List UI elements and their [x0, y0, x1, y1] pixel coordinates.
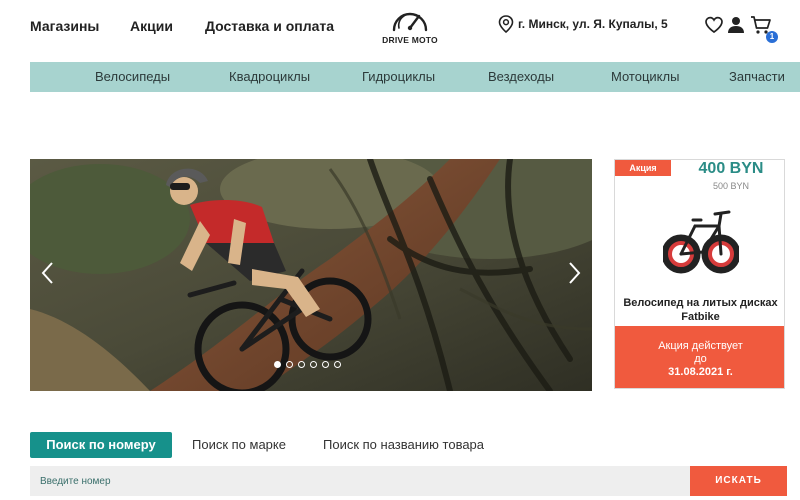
promo-title: Велосипед на литых дисках Fatbike [623, 297, 778, 323]
slider-dot[interactable] [286, 361, 293, 368]
category-parts[interactable]: Запчасти [729, 69, 785, 84]
promo-validity: Акция действует до 31.08.2021 г. [615, 326, 784, 388]
slider-dot[interactable] [310, 361, 317, 368]
tab-search-by-brand[interactable]: Поиск по марке [192, 432, 286, 458]
category-bicycles[interactable]: Велосипеды [95, 69, 170, 84]
heart-icon[interactable] [704, 15, 724, 35]
user-icon[interactable] [726, 15, 746, 35]
promo-valid-line2: до [694, 353, 707, 365]
slider-dots [274, 361, 341, 368]
search-number-input[interactable] [30, 466, 680, 496]
category-all-terrain[interactable]: Вездеходы [488, 69, 554, 84]
cart-count-badge: 1 [766, 31, 778, 43]
tab-search-by-product-name[interactable]: Поиск по названию товара [323, 432, 484, 458]
slider-dot[interactable] [274, 361, 281, 368]
nav-link-promotions[interactable]: Акции [130, 18, 173, 34]
nav-link-stores[interactable]: Магазины [30, 18, 99, 34]
category-jetskis[interactable]: Гидроциклы [362, 69, 435, 84]
promo-tag: Акция [615, 160, 671, 176]
slider-dot[interactable] [322, 361, 329, 368]
store-address[interactable]: г. Минск, ул. Я. Купалы, 5 [498, 12, 668, 36]
address-text: г. Минск, ул. Я. Купалы, 5 [518, 17, 668, 31]
search-bar: ИСКАТЬ [30, 466, 787, 496]
hero-slider[interactable] [30, 159, 592, 391]
hero-image [30, 159, 592, 391]
slider-dot[interactable] [298, 361, 305, 368]
logo[interactable]: DRIVE MOTO [382, 2, 438, 48]
promo-valid-line1: Акция действует [658, 340, 743, 352]
promo-card[interactable]: Акция 400 BYN 500 BYN Велосипед на литых… [614, 159, 785, 389]
speedometer-icon [392, 12, 428, 32]
category-nav: Велосипеды Квадроциклы Гидроциклы Вездех… [30, 62, 800, 92]
search-button[interactable]: ИСКАТЬ [690, 466, 787, 496]
slider-dot[interactable] [334, 361, 341, 368]
promo-old-price: 500 BYN [712, 181, 750, 191]
category-atvs[interactable]: Квадроциклы [229, 69, 310, 84]
promo-price: 400 BYN [698, 160, 764, 177]
tab-search-by-number[interactable]: Поиск по номеру [30, 432, 172, 458]
category-motorcycles[interactable]: Мотоциклы [611, 69, 679, 84]
fatbike-image [663, 210, 739, 274]
slider-next-arrow-icon[interactable] [564, 259, 584, 287]
promo-valid-date: 31.08.2021 г. [668, 366, 733, 378]
slider-prev-arrow-icon[interactable] [38, 259, 58, 287]
nav-link-delivery[interactable]: Доставка и оплата [205, 18, 334, 34]
location-icon [498, 15, 514, 33]
logo-text: DRIVE MOTO [382, 35, 438, 45]
